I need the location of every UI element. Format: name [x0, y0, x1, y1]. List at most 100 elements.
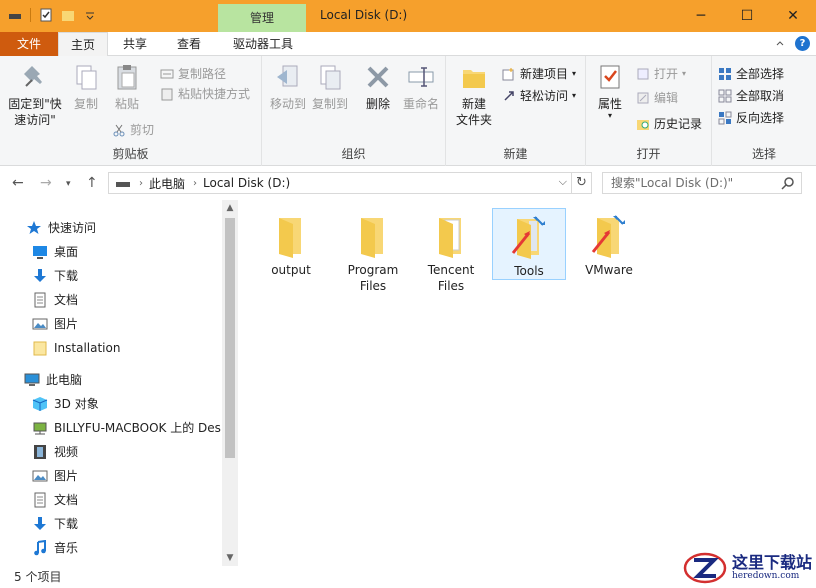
download-arrow-icon [34, 517, 46, 530]
nav-videos[interactable]: 视频 [32, 440, 254, 464]
drive-icon[interactable] [8, 8, 22, 22]
nav-3d-objects[interactable]: 3D 对象 [32, 392, 254, 416]
minimize-button[interactable]: ─ [678, 0, 724, 32]
folder-item-output[interactable]: output [254, 208, 328, 278]
qa-dropdown-icon[interactable] [83, 8, 97, 22]
history-button[interactable]: 历史记录 [636, 114, 702, 134]
move-to-icon [277, 65, 298, 87]
move-to-label: 移动到 [269, 97, 306, 111]
new-item-label: 新建项目 [520, 67, 569, 81]
nav-scrollbar[interactable]: ▲ ▼ [222, 200, 238, 566]
film-icon [34, 445, 46, 459]
breadcrumb-this-pc[interactable]: 此电脑 [149, 175, 185, 192]
nav-desktop[interactable]: 桌面 [32, 240, 254, 264]
select-none-icon [718, 89, 732, 103]
move-to-button[interactable]: 移动到 [266, 62, 310, 112]
nav-documents-2[interactable]: 文档 [32, 488, 254, 512]
open-button[interactable]: 打开 ▾ [636, 64, 686, 84]
properties-qa-icon[interactable] [39, 8, 53, 22]
group-label-select: 选择 [751, 147, 776, 161]
new-folder-button[interactable]: 新建 文件夹 [452, 62, 496, 128]
folder-item-tools[interactable]: Tools [492, 208, 566, 280]
nav-this-pc[interactable]: 此电脑 [24, 368, 246, 392]
nav-installation-label: Installation [54, 341, 121, 355]
folder-name: Tools [514, 264, 544, 278]
scroll-thumb[interactable] [225, 218, 235, 458]
address-bar[interactable]: › 此电脑 › Local Disk (D:) ⌵ [108, 172, 572, 194]
paste-shortcut-label: 粘贴快捷方式 [178, 87, 251, 101]
copy-to-icon [320, 65, 341, 90]
tab-home[interactable]: 主页 [58, 32, 108, 57]
tab-share[interactable]: 共享 [112, 32, 158, 56]
search-input[interactable]: 搜索"Local Disk (D:)" [602, 172, 802, 194]
recent-locations-icon[interactable]: ▾ [66, 179, 71, 189]
nav-pictures-2[interactable]: 图片 [32, 464, 254, 488]
context-tab-manage[interactable]: 管理 [218, 4, 306, 32]
scroll-down-icon[interactable]: ▼ [222, 550, 238, 566]
nav-downloads[interactable]: 下载 [32, 264, 254, 288]
folder-item-program-files[interactable]: Program Files [336, 208, 410, 294]
edit-label: 编辑 [654, 91, 679, 105]
watermark-subtitle: heredown.com [731, 571, 800, 581]
delete-button[interactable]: 删除 [360, 62, 396, 112]
cut-button[interactable]: 剪切 [112, 120, 154, 140]
paste-label: 粘贴 [114, 97, 139, 111]
folder-icon [33, 341, 47, 356]
nav-music[interactable]: 音乐 [32, 536, 254, 560]
easy-access-button[interactable]: 轻松访问 ▾ [502, 86, 576, 106]
forward-arrow-icon[interactable]: → [40, 175, 52, 191]
nav-mac-desktop[interactable]: BILLYFU-MACBOOK 上的 Des [32, 416, 254, 440]
navigation-bar: ← → ▾ ↑ › 此电脑 › Local Disk (D:) ⌵ ↻ 搜索"L… [0, 166, 816, 200]
drive-address-icon [116, 182, 130, 187]
copy-button[interactable]: 复制 [66, 62, 106, 112]
new-folder-label-2: 文件夹 [455, 113, 492, 127]
select-all-icon [719, 68, 731, 80]
copy-to-label: 复制到 [311, 97, 348, 111]
folder-name-line-1: Program [347, 263, 399, 277]
rename-icon [408, 67, 434, 87]
pin-quick-access-button[interactable]: 固定到"快 速访问" [6, 62, 64, 128]
paste-shortcut-button[interactable]: 粘贴快捷方式 [160, 84, 250, 104]
tab-drive-tools[interactable]: 驱动器工具 [220, 32, 306, 56]
copy-path-button[interactable]: 复制路径 [160, 64, 226, 84]
group-clipboard: 固定到"快 速访问" 复制 粘贴 复制路径 粘贴快捷方式 剪切 剪贴板 [0, 56, 262, 166]
refresh-button[interactable]: ↻ [572, 172, 592, 194]
title-bar: 管理 Local Disk (D:) ─ ☐ ✕ [0, 0, 816, 32]
nav-pictures[interactable]: 图片 [32, 312, 254, 336]
back-arrow-icon[interactable]: ← [12, 175, 24, 191]
edit-button[interactable]: 编辑 [636, 88, 678, 108]
star-icon [27, 221, 41, 234]
rename-label: 重命名 [402, 97, 439, 111]
nav-installation[interactable]: Installation [32, 336, 254, 360]
close-button[interactable]: ✕ [770, 0, 816, 32]
tab-view[interactable]: 查看 [164, 32, 214, 56]
select-all-button[interactable]: 全部选择 [718, 64, 784, 84]
properties-dropdown-icon: ▾ [607, 111, 612, 120]
new-item-button[interactable]: 新建项目 ▾ [502, 64, 576, 84]
address-dropdown-icon[interactable]: ⌵ [559, 175, 567, 189]
folder-item-vmware[interactable]: VMware [572, 208, 646, 278]
breadcrumb-separator-icon: › [193, 177, 198, 189]
tab-file[interactable]: 文件 [0, 32, 58, 56]
maximize-button[interactable]: ☐ [724, 0, 770, 32]
new-folder-icon [463, 70, 485, 88]
select-none-button[interactable]: 全部取消 [718, 86, 784, 106]
collapse-ribbon-icon[interactable] [775, 37, 785, 51]
breadcrumb-drive[interactable]: Local Disk (D:) [203, 176, 290, 190]
copy-to-button[interactable]: 复制到 [308, 62, 352, 112]
pictures-icon [32, 318, 48, 330]
help-icon[interactable]: ? [795, 36, 810, 51]
folder-item-tencent-files[interactable]: Tencent Files [414, 208, 488, 294]
scroll-up-icon[interactable]: ▲ [222, 200, 238, 216]
invert-selection-button[interactable]: 反向选择 [718, 108, 784, 128]
paste-button[interactable]: 粘贴 [106, 62, 148, 112]
up-arrow-icon[interactable]: ↑ [86, 175, 98, 191]
nav-documents-2-label: 文档 [54, 493, 79, 507]
new-folder-qa-icon[interactable] [61, 8, 75, 22]
nav-downloads-2[interactable]: 下载 [32, 512, 254, 536]
properties-button[interactable]: 属性 ▾ [592, 62, 628, 120]
nav-mac-desktop-label: BILLYFU-MACBOOK 上的 Des [54, 421, 221, 435]
nav-documents[interactable]: 文档 [32, 288, 254, 312]
nav-quick-access[interactable]: 快速访问 [26, 216, 248, 240]
rename-button[interactable]: 重命名 [398, 62, 444, 112]
